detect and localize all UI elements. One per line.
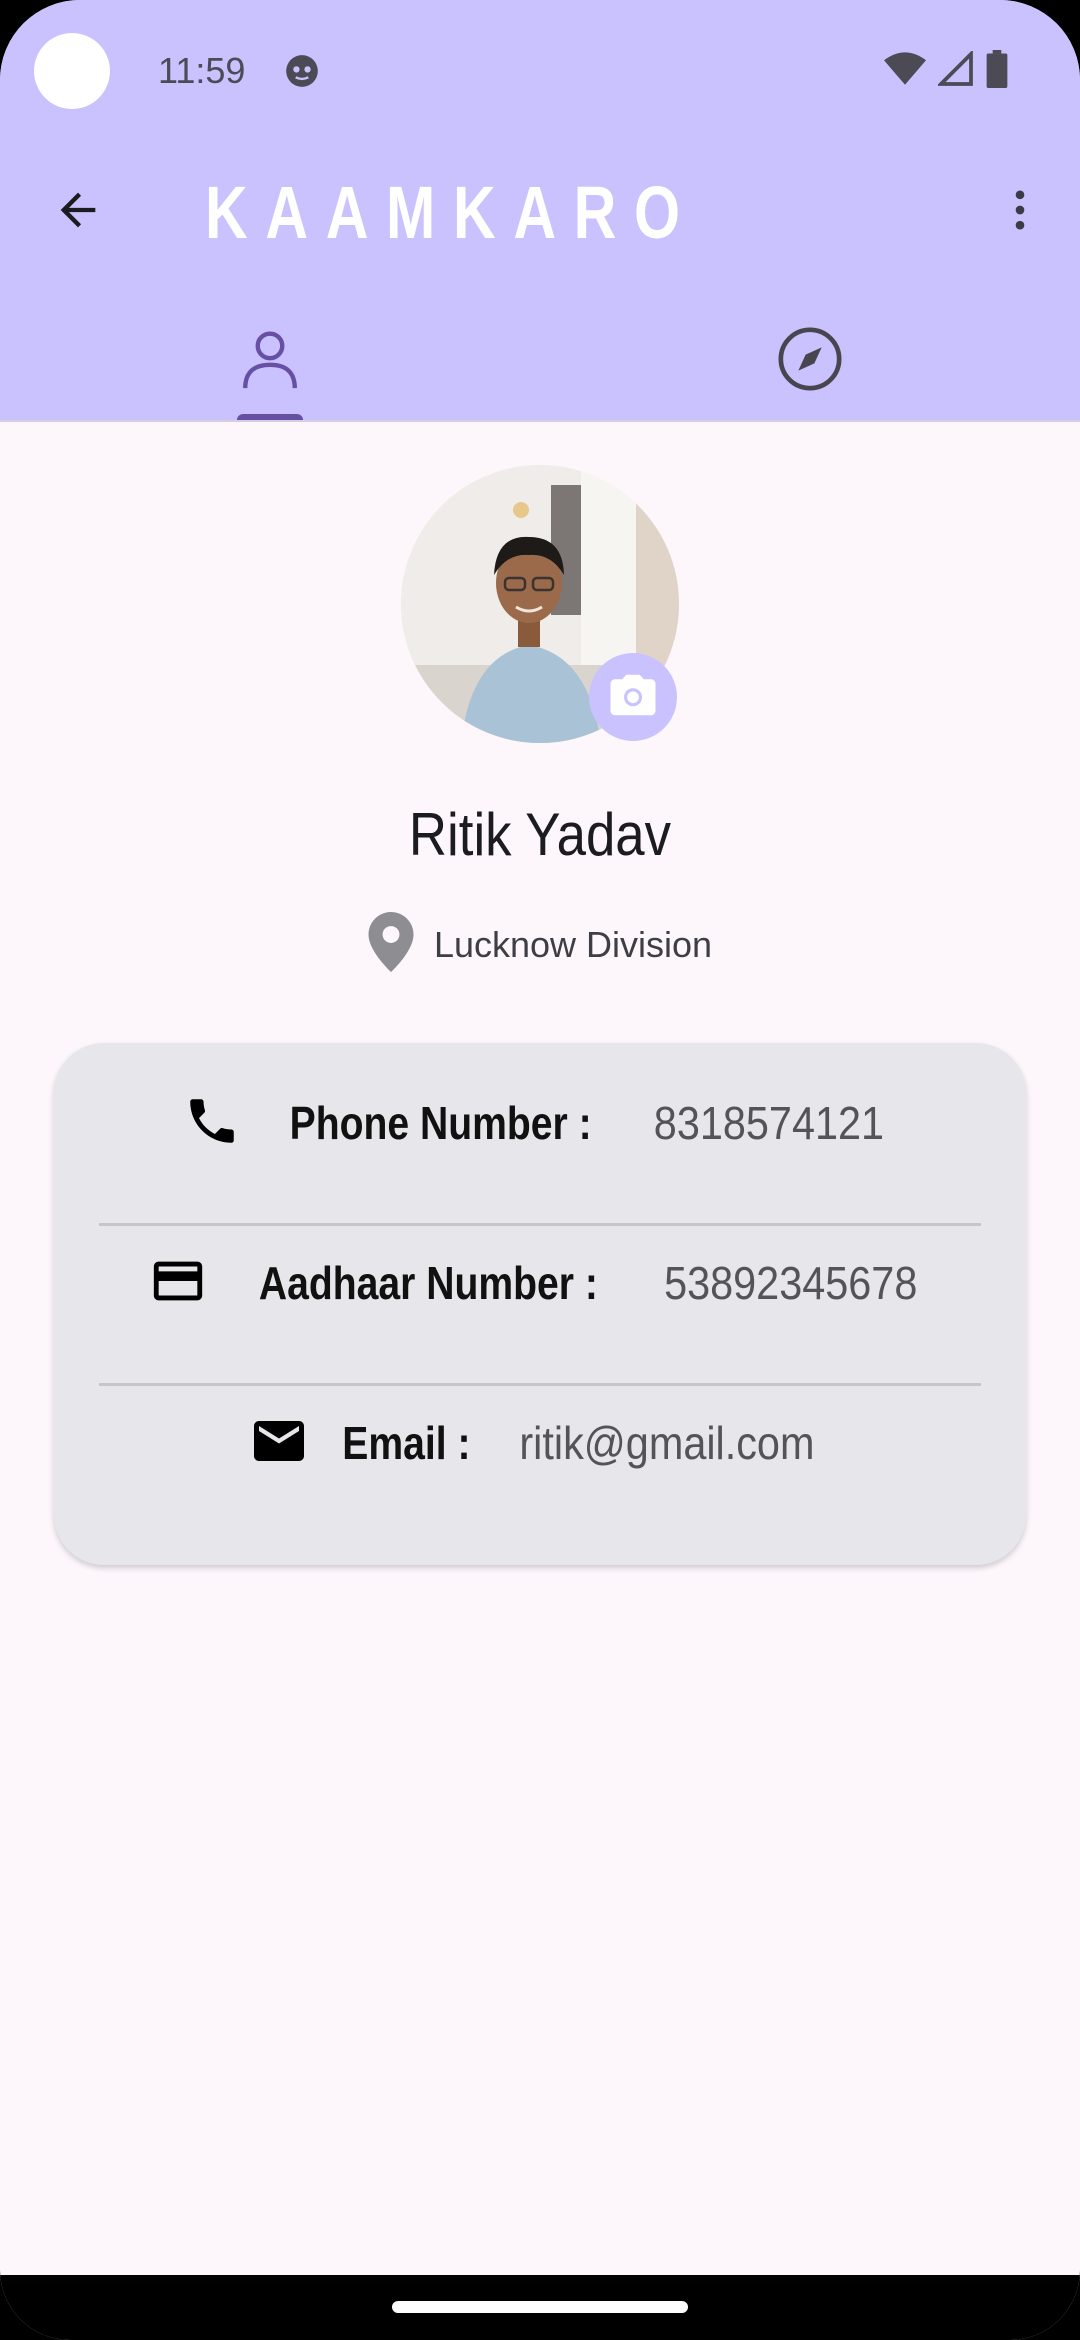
- card-icon: [149, 1252, 207, 1315]
- back-button[interactable]: [36, 170, 120, 254]
- arrow-back-icon: [52, 184, 104, 241]
- compass-icon: [775, 324, 845, 399]
- screen: 11:59 KAAMKARO Ritik Yadav Lucknow Divis…: [0, 0, 1080, 2340]
- phone-row: Phone Number : 8318574121: [54, 1043, 1026, 1203]
- change-photo-button[interactable]: [589, 653, 677, 741]
- more-vert-icon: [994, 184, 1046, 241]
- home-handle[interactable]: [392, 2301, 688, 2313]
- aadhaar-row: Aadhaar Number : 53892345678: [54, 1203, 1026, 1363]
- user-name: Ritik Yadav: [408, 801, 672, 868]
- notification-icon: [283, 52, 321, 90]
- status-bar: 11:59: [0, 0, 1080, 140]
- email-value: ritik@gmail.com: [519, 1417, 815, 1469]
- phone-icon: [183, 1092, 241, 1155]
- status-time: 11:59: [158, 50, 246, 91]
- app-title: KAAMKARO: [205, 171, 698, 254]
- tab-divider: [0, 420, 1080, 422]
- top-app-bar: KAAMKARO: [0, 140, 1080, 285]
- camera-icon: [606, 668, 660, 727]
- avatar-container: [401, 465, 679, 743]
- aadhaar-label: Aadhaar Number :: [258, 1257, 598, 1309]
- phone-value: 8318574121: [653, 1097, 884, 1149]
- location-row: Lucknow Division: [0, 912, 1080, 977]
- wifi-icon: [884, 51, 926, 92]
- more-options-button[interactable]: [978, 170, 1062, 254]
- email-row: Email : ritik@gmail.com: [54, 1363, 1026, 1523]
- info-card: Phone Number : 8318574121 Aadhaar Number…: [54, 1043, 1026, 1565]
- person-icon: [235, 324, 305, 399]
- email-label: Email :: [341, 1417, 471, 1469]
- tab-explore[interactable]: [540, 300, 1080, 422]
- location-text: Lucknow Division: [433, 923, 713, 965]
- location-pin-icon: [368, 912, 414, 977]
- status-icons: [884, 49, 1008, 93]
- camera-cutout: [34, 33, 110, 109]
- tab-bar: [0, 300, 1080, 422]
- phone-label: Phone Number :: [290, 1097, 593, 1149]
- email-icon: [249, 1411, 309, 1476]
- cellular-icon: [936, 49, 974, 92]
- aadhaar-value: 53892345678: [663, 1257, 918, 1309]
- battery-icon: [986, 50, 1008, 93]
- tab-profile[interactable]: [0, 300, 540, 422]
